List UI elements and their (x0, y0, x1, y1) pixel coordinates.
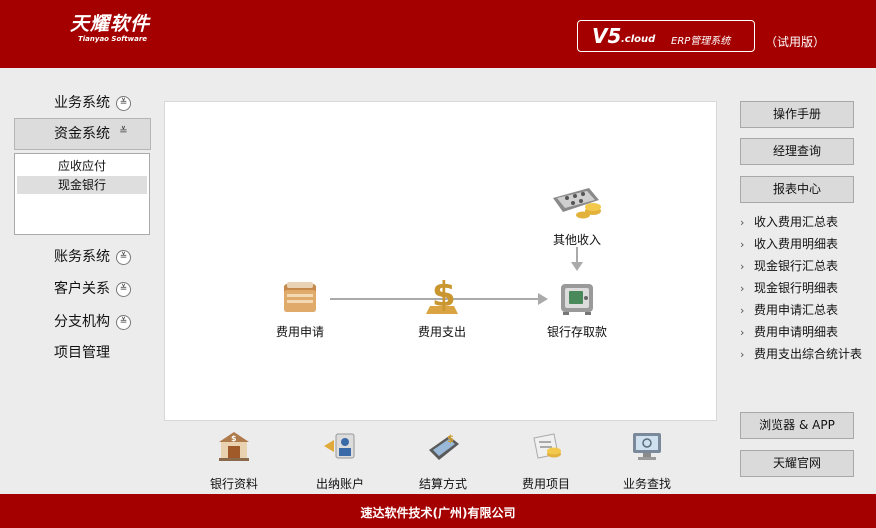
nav-item-label: 账务系统 (54, 249, 110, 265)
report-link-label: 费用申请汇总表 (754, 303, 839, 317)
flow-node-other-income[interactable]: 其他收入 (538, 184, 616, 248)
nav-item-label: 项目管理 (54, 345, 110, 361)
product-version: V5 (592, 24, 622, 48)
logo-text: 天耀软件 (70, 13, 151, 35)
report-link[interactable]: › 现金银行汇总表 (740, 258, 838, 275)
official-site-button[interactable]: 天耀官网 (740, 450, 854, 477)
report-link[interactable]: › 现金银行明细表 (740, 280, 838, 297)
bank-building-icon: $ (219, 432, 249, 461)
workflow-panel: 费用申请 $ 费用支出 银行存取款 其他收入 (164, 101, 717, 421)
product-badge: V5 .cloud ERP管理系统 (577, 20, 755, 52)
chevron-right-icon: › (740, 216, 745, 229)
report-link[interactable]: › 费用支出综合统计表 (740, 346, 862, 363)
logo-subtext: Tianyao Software (78, 35, 148, 43)
chevron-down-icon: ≚ (119, 126, 128, 137)
chevron-down-icon: ≚ (116, 250, 131, 265)
flow-node-label: 费用支出 (417, 325, 466, 339)
monitor-icon (633, 433, 661, 460)
chevron-right-icon: › (740, 304, 745, 317)
tool-label: 业务查找 (622, 477, 671, 491)
submenu-item-receivables[interactable]: 应收应付 (17, 157, 147, 175)
nav-item-label: 资金系统 (54, 126, 110, 142)
nav-item-accounting[interactable]: 账务系统 ≚ (14, 242, 151, 272)
nav-item-crm[interactable]: 客户关系 ≚ (14, 274, 151, 304)
submenu-item-cash-bank[interactable]: 现金银行 (17, 176, 147, 194)
chevron-down-icon: ≚ (116, 282, 131, 297)
flow-node-expense-payment[interactable]: $ 费用支出 (407, 275, 477, 340)
manual-button[interactable]: 操作手册 (740, 101, 854, 128)
manager-query-button[interactable]: 经理查询 (740, 138, 854, 165)
flow-node-expense-request[interactable]: 费用申请 (265, 280, 335, 340)
folder-icon (284, 282, 316, 312)
nav-item-funds[interactable]: 资金系统 ≚ (14, 118, 151, 150)
tool-label: 银行资料 (209, 477, 258, 491)
report-link-label: 收入费用汇总表 (754, 215, 839, 229)
svg-text:$: $ (231, 434, 237, 443)
flow-node-bank-deposit[interactable]: 银行存取款 (532, 278, 622, 340)
report-link[interactable]: › 收入费用明细表 (740, 236, 838, 253)
nav-item-projects[interactable]: 项目管理 (14, 338, 151, 368)
product-cloud: .cloud (621, 34, 656, 45)
chevron-down-icon: ≚ (116, 96, 131, 111)
user-card-icon (324, 433, 355, 459)
report-link-label: 费用申请明细表 (754, 325, 839, 339)
brand-logo: 天耀软件 Tianyao Software (70, 14, 150, 44)
safe-icon (561, 284, 593, 315)
nav-item-label: 业务系统 (54, 95, 110, 111)
report-link-label: 费用支出综合统计表 (754, 347, 863, 361)
tool-business-search[interactable]: 业务查找 (607, 430, 687, 492)
chevron-right-icon: › (740, 282, 745, 295)
tool-label: 结算方式 (418, 477, 467, 491)
abacus-coins-icon (553, 188, 601, 219)
tool-expense-items[interactable]: 费用项目 (506, 430, 586, 492)
tool-label: 费用项目 (521, 477, 570, 491)
chevron-right-icon: › (740, 326, 745, 339)
nav-item-label: 客户关系 (54, 281, 110, 297)
money-bag-icon: $ (426, 275, 458, 315)
svg-text:$: $ (447, 434, 454, 445)
flow-node-label: 银行存取款 (546, 325, 607, 339)
trial-label: （试用版） (765, 35, 826, 49)
header-bar: 天耀软件 Tianyao Software V5 .cloud ERP管理系统 … (0, 0, 876, 68)
flow-node-label: 费用申请 (275, 325, 324, 339)
report-link[interactable]: › 费用申请明细表 (740, 324, 838, 341)
funds-submenu: 应收应付 现金银行 (14, 153, 150, 235)
footer-bar: 速达软件技术(广州)有限公司 (0, 494, 876, 528)
report-link-label: 现金银行汇总表 (754, 259, 839, 273)
tool-settlement[interactable]: $ 结算方式 (403, 430, 483, 492)
report-link-label: 收入费用明细表 (754, 237, 839, 251)
tool-label: 出纳账户 (315, 477, 364, 491)
chevron-down-icon: ≚ (116, 315, 131, 330)
svg-text:$: $ (432, 276, 456, 315)
chevron-right-icon: › (740, 260, 745, 273)
tool-cashier-account[interactable]: 出纳账户 (300, 430, 380, 492)
nav-item-branches[interactable]: 分支机构 ≚ (14, 307, 151, 337)
browser-app-button[interactable]: 浏览器 & APP (740, 412, 854, 439)
product-name: ERP管理系统 (671, 36, 731, 47)
arrow-down-icon (571, 262, 583, 271)
report-link-label: 现金银行明细表 (754, 281, 839, 295)
report-center-button[interactable]: 报表中心 (740, 176, 854, 203)
report-link[interactable]: › 收入费用汇总表 (740, 214, 838, 231)
nav-item-business[interactable]: 业务系统 ≚ (14, 88, 151, 118)
nav-item-label: 分支机构 (54, 314, 110, 330)
report-link[interactable]: › 费用申请汇总表 (740, 302, 838, 319)
receipt-coins-icon (533, 433, 561, 459)
company-name: 速达软件技术(广州)有限公司 (360, 506, 516, 520)
pos-terminal-icon: $ (429, 434, 459, 460)
flow-node-label: 其他收入 (552, 233, 601, 247)
chevron-right-icon: › (740, 348, 745, 361)
chevron-right-icon: › (740, 238, 745, 251)
tool-bank-info[interactable]: $ 银行资料 (194, 430, 274, 492)
